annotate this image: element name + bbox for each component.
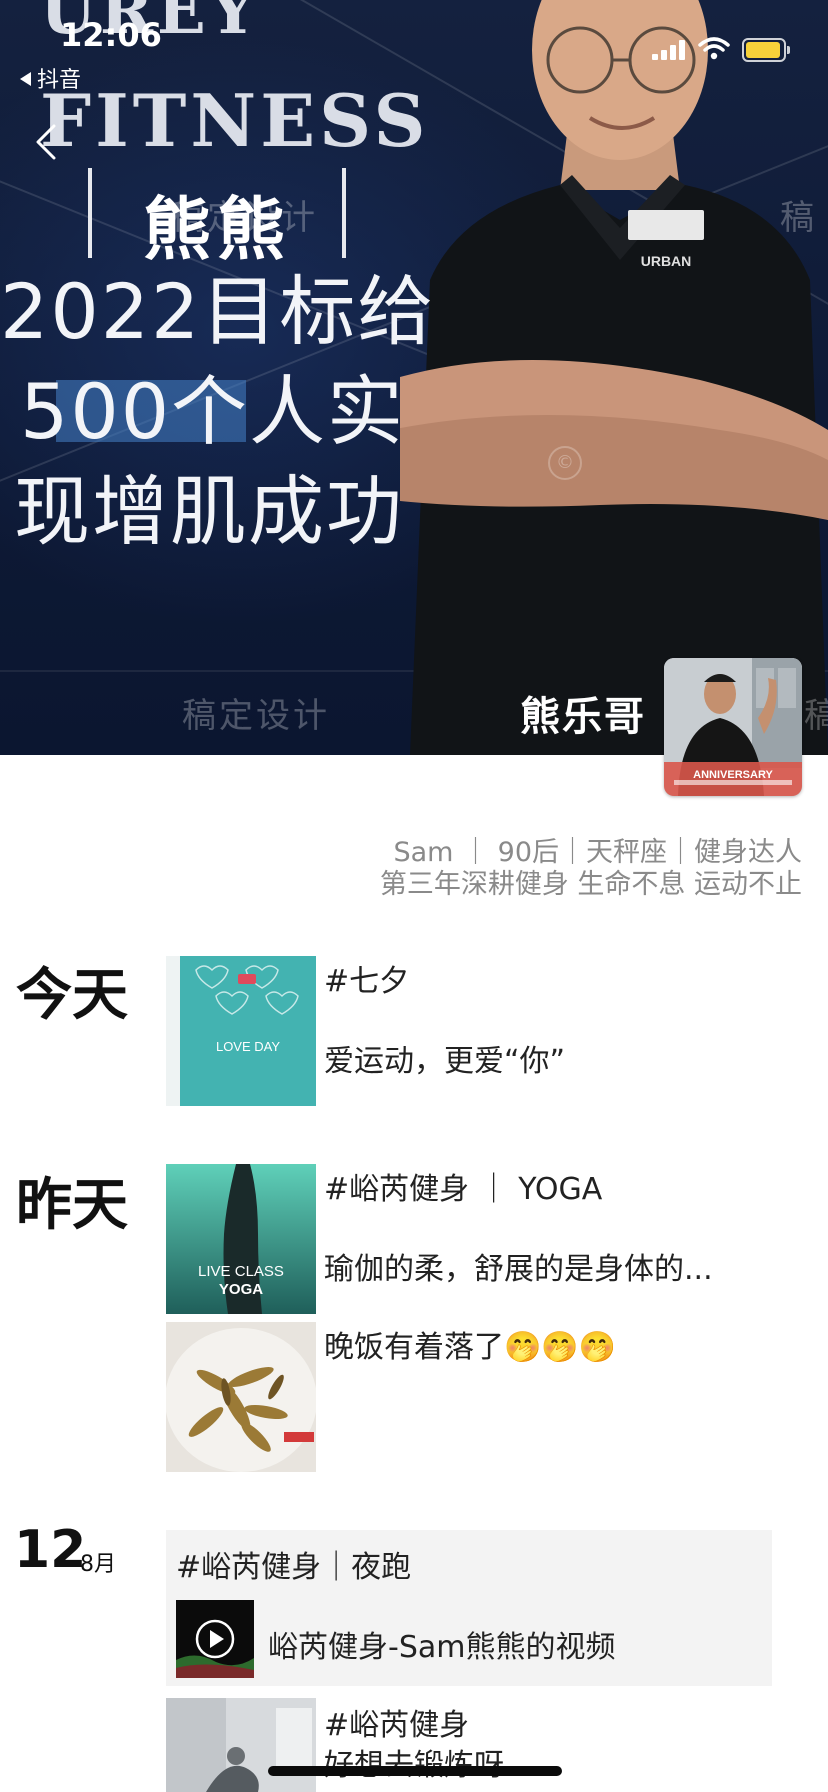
avatar-caption: ANNIVERSARY [693, 769, 773, 781]
home-indicator[interactable] [268, 1766, 562, 1776]
post-text-gym[interactable]: 好想去锻炼呀 [324, 1740, 504, 1784]
back-app-label: 抖音 [37, 68, 82, 93]
copyright-watermark-icon: © [548, 446, 582, 480]
cover-headline-line2: 500个人实 [20, 367, 406, 456]
thumbnail-image: LOVE DAY [166, 956, 316, 1106]
thumbnail-caption: LOVE DAY [216, 1039, 280, 1054]
bio-line2: 第三年深耕健身 生命不息 运动不止 [379, 869, 802, 900]
post-title-yoga[interactable]: #峪芮健身 ｜ YOGA [324, 1164, 602, 1208]
date-day: 12 [14, 1520, 87, 1580]
post-thumbnail-dinner[interactable] [166, 1322, 316, 1472]
video-thumbnail[interactable] [176, 1600, 254, 1678]
video-label: 峪芮健身-Sam熊熊的视频 [268, 1630, 616, 1665]
thumbnail-image [166, 1322, 316, 1472]
watermark-text: 稿 [780, 198, 817, 238]
brand-fitness: FITNESS [40, 78, 430, 163]
post-title-gym[interactable]: #峪芮健身 [324, 1700, 469, 1744]
video-share-card[interactable]: #峪芮健身｜夜跑 峪芮健身-Sam熊熊的视频 [166, 1530, 772, 1686]
thumbnail-image: LIVE CLASS YOGA [166, 1164, 316, 1314]
post-thumbnail-qixi[interactable]: LOVE DAY [166, 956, 316, 1106]
profile-cover: URBAN UREY FITNESS 熊熊 稿定设计 稿 2022目标给 500… [0, 0, 828, 755]
cellular-signal-icon [652, 40, 686, 60]
day-label-today: 今天 [16, 963, 128, 1028]
avatar[interactable]: ANNIVERSARY [664, 658, 802, 796]
watermark-text: 稿 [804, 696, 828, 736]
cover-headline-line1: 2022目标给 [0, 267, 436, 356]
avatar-photo: ANNIVERSARY [664, 658, 802, 796]
post-thumbnail-gym[interactable] [166, 1698, 316, 1792]
post-text-yoga[interactable]: 瑜伽的柔，舒展的是身体的... [324, 1244, 713, 1288]
back-arrow-icon[interactable] [26, 120, 70, 164]
day-label-yesterday: 昨天 [16, 1173, 128, 1238]
back-to-app-link[interactable]: 抖音 [20, 62, 81, 94]
profile-name: 熊乐哥 [520, 694, 646, 740]
date-month: 8月 [80, 1552, 116, 1577]
post-text-qixi[interactable]: 爱运动，更爱“你” [324, 1036, 565, 1080]
shirt-badge-text: URBAN [641, 253, 692, 269]
post-thumbnail-yoga[interactable]: LIVE CLASS YOGA [166, 1164, 316, 1314]
cover-headline-line3: 现增肌成功 [14, 467, 404, 556]
post-text-dinner[interactable]: 晚饭有着落了🤭🤭🤭 [324, 1322, 616, 1366]
thumbnail-caption-line2: YOGA [219, 1281, 263, 1298]
watermark-text: 稿定设计 [170, 198, 318, 238]
watermark-text: 稿定设计 [182, 696, 330, 736]
status-time: 12:06 [60, 16, 162, 54]
card-title: #峪芮健身｜夜跑 [176, 1550, 412, 1585]
trainer-photo: URBAN [400, 0, 828, 755]
battery-icon [742, 38, 790, 62]
play-icon [176, 1600, 254, 1678]
post-title-qixi[interactable]: #七夕 [324, 956, 409, 1000]
back-triangle-icon [20, 72, 31, 86]
thumbnail-caption-line1: LIVE CLASS [198, 1263, 284, 1280]
wifi-icon [698, 37, 730, 60]
thumbnail-image [166, 1698, 316, 1792]
